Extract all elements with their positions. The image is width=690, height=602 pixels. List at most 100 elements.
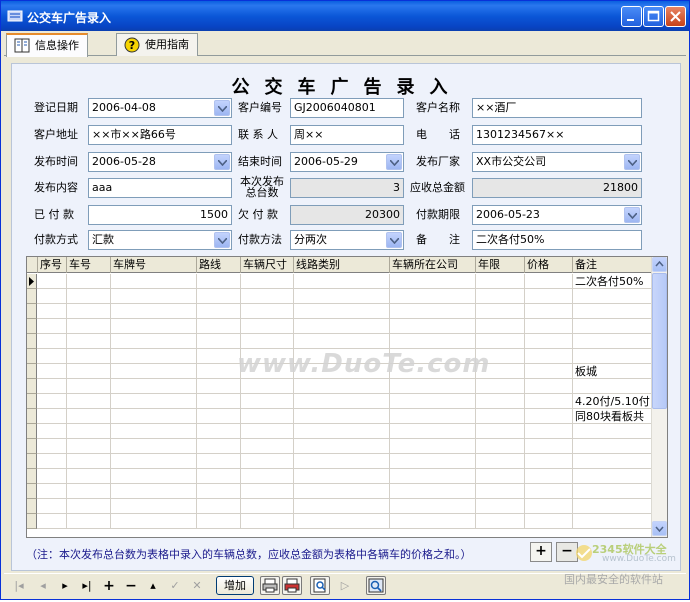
table-cell[interactable] [294, 289, 390, 304]
search-icon[interactable] [366, 576, 386, 595]
table-cell[interactable] [197, 334, 241, 349]
col-header-remark[interactable]: 备注 [573, 257, 657, 273]
edit-record-icon[interactable]: ▴ [144, 578, 162, 594]
table-cell[interactable]: 二次各付50% [573, 274, 657, 289]
table-cell[interactable] [390, 454, 476, 469]
post-record-icon[interactable]: ✓ [166, 578, 184, 594]
table-cell[interactable] [111, 514, 197, 529]
table-cell[interactable] [294, 319, 390, 334]
table-cell[interactable] [476, 484, 525, 499]
row-selector[interactable] [27, 484, 37, 499]
table-cell[interactable] [197, 409, 241, 424]
table-row[interactable] [27, 424, 657, 439]
row-selector[interactable] [27, 409, 37, 424]
table-cell[interactable] [67, 409, 111, 424]
paid-input[interactable]: 1500 [88, 205, 232, 225]
preview-icon[interactable] [310, 576, 330, 595]
table-cell[interactable] [111, 289, 197, 304]
col-header-plate[interactable]: 车牌号 [111, 257, 197, 273]
table-cell[interactable] [390, 439, 476, 454]
table-cell[interactable] [294, 304, 390, 319]
table-cell[interactable] [67, 514, 111, 529]
table-cell[interactable] [67, 394, 111, 409]
pay-method-select[interactable]: 分两次 [290, 230, 404, 250]
table-cell[interactable] [525, 304, 573, 319]
table-cell[interactable] [476, 514, 525, 529]
scroll-up-button[interactable] [652, 257, 667, 272]
chevron-down-icon[interactable] [214, 154, 230, 170]
chevron-down-icon[interactable] [214, 232, 230, 248]
table-cell[interactable] [67, 364, 111, 379]
table-cell[interactable] [476, 289, 525, 304]
table-cell[interactable] [476, 304, 525, 319]
table-cell[interactable] [573, 469, 657, 484]
table-cell[interactable] [197, 439, 241, 454]
col-header-car-no[interactable]: 车号 [67, 257, 111, 273]
table-cell[interactable] [67, 289, 111, 304]
table-cell[interactable] [241, 379, 294, 394]
row-selector[interactable] [27, 439, 37, 454]
table-cell[interactable] [67, 424, 111, 439]
table-cell[interactable] [38, 484, 67, 499]
maximize-button[interactable] [643, 6, 664, 27]
table-cell[interactable] [38, 439, 67, 454]
table-row[interactable] [27, 379, 657, 394]
print-icon[interactable] [260, 576, 280, 595]
table-cell[interactable] [241, 274, 294, 289]
table-cell[interactable] [67, 319, 111, 334]
table-cell[interactable] [67, 349, 111, 364]
contact-input[interactable]: 周×× [290, 125, 404, 145]
col-header-seq[interactable]: 序号 [38, 257, 67, 273]
pub-maker-select[interactable]: XX市公交公司 [472, 152, 642, 172]
table-cell[interactable] [38, 334, 67, 349]
table-cell[interactable] [476, 274, 525, 289]
table-cell[interactable] [38, 469, 67, 484]
table-cell[interactable] [525, 334, 573, 349]
table-cell[interactable] [67, 379, 111, 394]
table-cell[interactable] [294, 394, 390, 409]
row-selector[interactable] [27, 319, 37, 334]
table-cell[interactable] [294, 424, 390, 439]
table-cell[interactable] [390, 424, 476, 439]
table-cell[interactable] [573, 334, 657, 349]
col-header-price[interactable]: 价格 [525, 257, 573, 273]
table-cell[interactable] [67, 469, 111, 484]
table-cell[interactable] [67, 304, 111, 319]
chevron-down-icon[interactable] [624, 207, 640, 223]
table-cell[interactable] [573, 454, 657, 469]
row-selector[interactable] [27, 304, 37, 319]
table-cell[interactable] [476, 394, 525, 409]
table-cell[interactable] [390, 514, 476, 529]
table-cell[interactable] [525, 394, 573, 409]
table-cell[interactable] [294, 379, 390, 394]
table-cell[interactable] [197, 499, 241, 514]
last-record-icon[interactable]: ▸| [78, 578, 96, 594]
table-cell[interactable] [197, 274, 241, 289]
table-cell[interactable] [294, 334, 390, 349]
table-cell[interactable] [67, 334, 111, 349]
table-cell[interactable] [525, 484, 573, 499]
scroll-down-button[interactable] [652, 521, 667, 536]
table-cell[interactable] [241, 334, 294, 349]
remark-input[interactable]: 二次各付50% [472, 230, 642, 250]
pub-time-select[interactable]: 2006-05-28 [88, 152, 232, 172]
row-selector[interactable] [27, 334, 37, 349]
table-cell[interactable] [38, 319, 67, 334]
table-cell[interactable] [525, 409, 573, 424]
print-setup-icon[interactable] [282, 576, 302, 595]
table-row[interactable] [27, 319, 657, 334]
table-cell[interactable] [390, 304, 476, 319]
table-cell[interactable] [476, 379, 525, 394]
grid-scrollbar[interactable] [651, 257, 667, 537]
table-cell[interactable] [38, 499, 67, 514]
table-row[interactable] [27, 469, 657, 484]
row-selector[interactable] [27, 349, 37, 364]
table-row[interactable]: 4.20付/5.10付 [27, 394, 657, 409]
table-cell[interactable] [197, 289, 241, 304]
table-cell[interactable] [241, 469, 294, 484]
cust-no-input[interactable]: GJ2006040801 [290, 98, 404, 118]
table-row[interactable] [27, 334, 657, 349]
table-cell[interactable] [525, 424, 573, 439]
table-cell[interactable] [573, 349, 657, 364]
table-cell[interactable] [476, 499, 525, 514]
